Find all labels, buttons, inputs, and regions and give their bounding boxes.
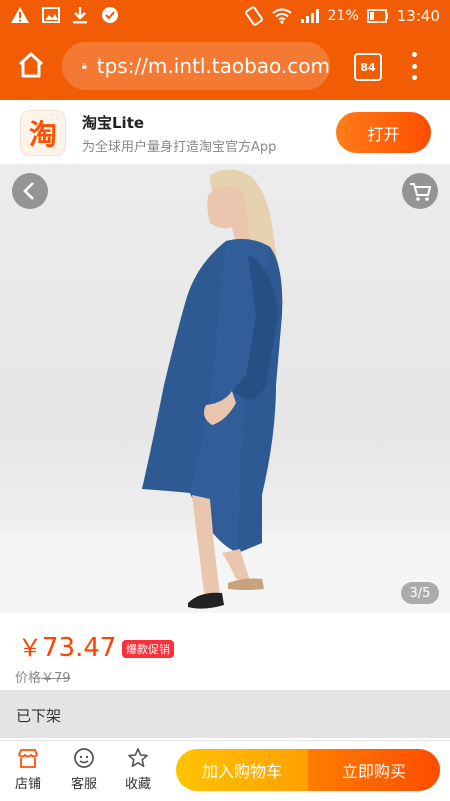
customer-service-icon [74,748,94,768]
wifi-icon [272,8,292,24]
home-icon[interactable] [16,50,46,80]
open-app-button[interactable]: 打开 [336,112,431,153]
clock: 13:40 [396,7,440,25]
product-image-gallery[interactable]: 3/5 [0,165,450,613]
cart-icon[interactable] [402,173,438,209]
download-icon [73,7,87,24]
lock-icon [82,63,87,69]
off-shelf-notice: 已下架 [0,690,450,738]
app-name: 淘宝Lite [82,114,145,132]
add-to-cart-button[interactable]: 加入购物车 [176,749,308,791]
taobao-logo: 淘 [20,110,66,156]
url-bar: tps://m.intl.taobao.com 84 [0,32,450,100]
original-price-label: 价格 [15,671,42,686]
status-bar: 21% 13:40 [0,0,450,32]
notification-icon [102,7,118,23]
shop-nav-item[interactable]: 店铺 [8,747,48,792]
service-label: 客服 [70,777,97,792]
star-icon [128,748,148,767]
shop-icon [17,749,39,768]
more-menu-icon[interactable] [406,52,422,80]
app-download-banner: 淘 淘宝Lite 为全球用户量身打造淘宝官方App 打开 [0,100,450,165]
image-icon [42,7,60,23]
image-counter: 3/5 [401,582,439,604]
favorite-nav-item[interactable]: 收藏 [118,747,158,792]
url-text: tps://m.intl.taobao.com [96,54,330,78]
battery-percent: 21% [327,8,359,24]
warning-icon [11,7,29,23]
shop-label: 店铺 [14,777,41,792]
app-description: 为全球用户量身打造淘宝官方App [82,140,277,155]
product-price: ￥73.47 [18,628,116,663]
address-field[interactable]: tps://m.intl.taobao.com [62,42,330,90]
service-nav-item[interactable]: 客服 [64,747,104,792]
back-arrow-icon[interactable] [12,173,48,209]
promo-badge: 爆款促销 [122,640,174,658]
browser-header: 21% 13:40 tps://m.intl.taobao.com 84 [0,0,450,100]
rotate-icon [244,6,263,26]
signal-icon [300,9,319,23]
battery-icon [366,9,388,23]
original-price-value: ￥79 [41,671,71,686]
buy-now-button[interactable]: 立即购买 [308,749,440,791]
off-shelf-text: 已下架 [16,707,62,725]
original-price: 价格￥79 [15,667,71,686]
product-photo-model [142,169,284,609]
bottom-action-bar: 店铺 客服 收藏 加入购物车 立即购买 [0,740,450,801]
currency-symbol: ￥ [18,634,42,662]
price-value: 73.47 [42,633,117,663]
tab-count-button[interactable]: 84 [354,53,382,81]
favorite-label: 收藏 [124,777,151,792]
